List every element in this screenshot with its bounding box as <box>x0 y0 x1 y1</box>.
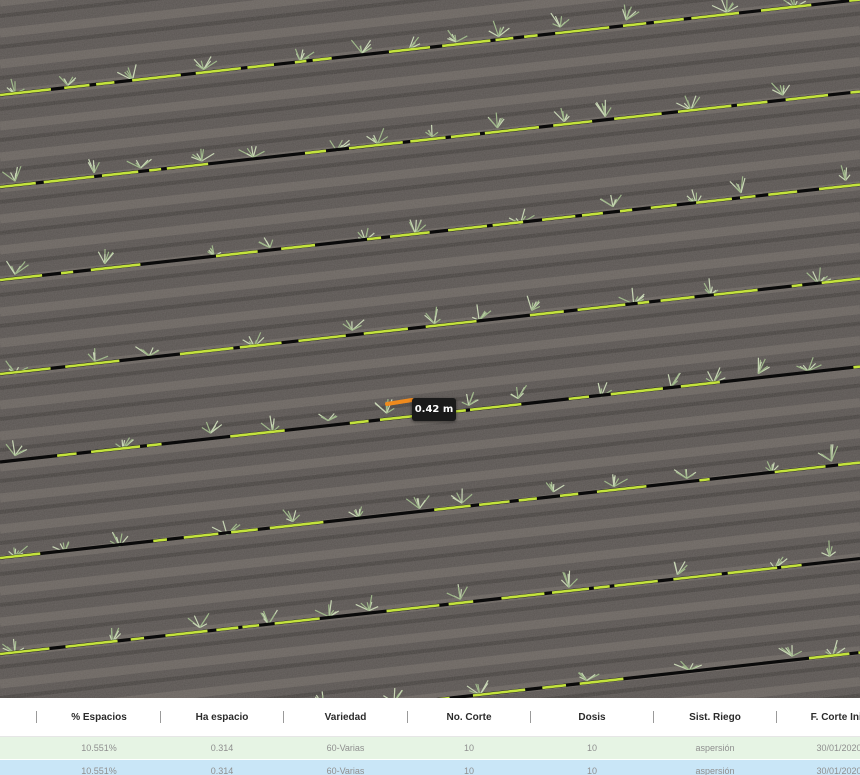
cell-variedad: 60-Varias <box>326 743 365 753</box>
crop-segment <box>791 283 803 288</box>
cell-espacios: 10.551% <box>81 766 117 775</box>
crop-segment <box>523 34 538 39</box>
column-header-dosis[interactable]: Dosis <box>531 698 653 736</box>
crop-segment <box>242 623 260 629</box>
data-table: % Espacios Ha espacio Variedad No. Corte… <box>0 698 860 775</box>
crop-segment <box>853 365 860 369</box>
crop-segment <box>130 636 145 641</box>
column-header-f-corte-inic[interactable]: F. Corte Inic <box>777 698 860 736</box>
column-header-ha-espacio[interactable]: Ha espacio <box>161 698 283 736</box>
crop-segment <box>366 236 382 241</box>
crop-segment <box>294 59 307 64</box>
crop-segment <box>619 208 633 213</box>
field-canvas[interactable] <box>0 0 860 698</box>
cell-espacios: 10.551% <box>81 743 117 753</box>
measurement-tooltip: 0.42 m <box>412 398 456 421</box>
column-header-no-corte[interactable]: No. Corte <box>408 698 530 736</box>
crop-segment <box>60 270 74 275</box>
cell-sist-riego: aspersión <box>695 766 735 775</box>
table-row[interactable]: 10.551% 0.314 60-Varias 10 10 aspersión … <box>0 737 860 759</box>
cell-dosis: 10 <box>586 743 597 753</box>
crop-segment <box>637 300 650 305</box>
column-header-sist-riego[interactable]: Sist. Riego <box>654 698 776 736</box>
cell-no-corte: 10 <box>463 766 474 775</box>
column-header-espacios[interactable]: % Espacios <box>37 698 161 736</box>
cell-no-corte: 10 <box>463 743 474 753</box>
cell-sist-riego: aspersión <box>695 743 735 753</box>
cell-f-corte-inic: 30/01/2020 <box>816 766 860 775</box>
cell-f-corte-inic: 30/01/2020 <box>816 743 860 753</box>
crop-segment <box>593 585 610 590</box>
cell-dosis: 10 <box>586 766 597 775</box>
crop-segment <box>850 90 860 94</box>
crop-segment <box>149 167 162 172</box>
table-row[interactable]: 10.551% 0.314 60-Varias 10 10 aspersión … <box>0 760 860 775</box>
crop-segment <box>849 0 860 3</box>
table-header-row: % Espacios Ha espacio Variedad No. Corte… <box>0 698 860 737</box>
aerial-field-map[interactable]: 0.42 m <box>0 0 860 698</box>
column-header-variedad[interactable]: Variedad <box>284 698 407 736</box>
crop-segment <box>153 538 168 543</box>
crop-segment <box>699 477 710 482</box>
crop-segment <box>739 194 756 200</box>
cell-variedad: 60-Varias <box>326 766 365 775</box>
crop-segment <box>454 409 466 413</box>
crop-segment <box>146 442 162 447</box>
cell-ha-espacio: 0.314 <box>210 743 234 753</box>
cell-ha-espacio: 0.314 <box>210 766 234 775</box>
